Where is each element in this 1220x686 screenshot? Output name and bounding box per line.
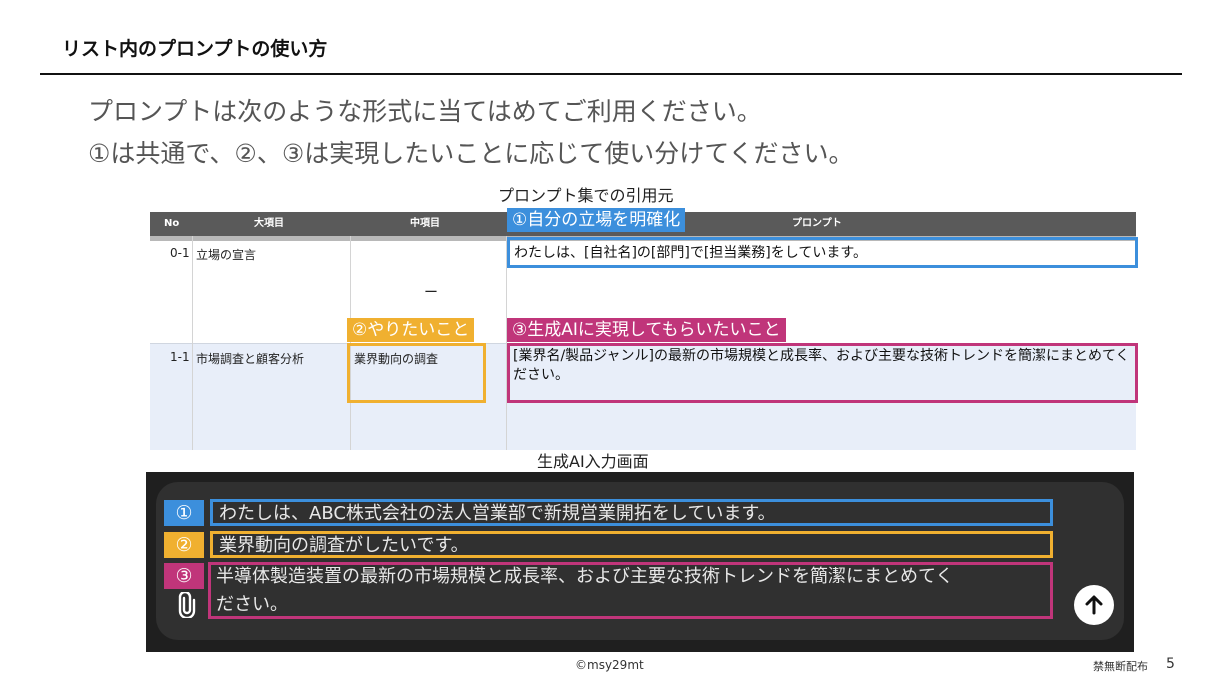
header-no: No <box>164 218 180 229</box>
row-1-no: 1-1 <box>170 350 190 364</box>
input-line-3a[interactable]: 半導体製造装置の最新の市場規模と成長率、および主要な技術トレンドを簡潔にまとめて… <box>210 565 1050 592</box>
badge-one: ① <box>164 500 204 526</box>
table-caption: プロンプト集での引用元 <box>498 186 674 205</box>
input-caption: 生成AI入力画面 <box>537 452 649 471</box>
footer-copyright: ©msy29mt <box>575 658 644 672</box>
footer-note: 禁無断配布 <box>1093 660 1148 673</box>
input-line-2[interactable]: 業界動向の調査がしたいです。 <box>210 531 1053 558</box>
header-category: 大項目 <box>254 218 284 229</box>
tag-self-position: ①自分の立場を明確化 <box>507 208 686 232</box>
tag-what-to-do: ②やりたいこと <box>347 318 475 342</box>
row-1-category: 市場調査と顧客分析 <box>196 352 305 366</box>
row-0-prompt: わたしは、[自社名]の[部門]で[担当業務]をしています。 <box>514 245 867 261</box>
subcategory-highlight <box>347 343 486 403</box>
badge-two: ② <box>164 532 204 558</box>
header-prompt: プロンプト <box>792 218 842 229</box>
slide-title: リスト内のプロンプトの使い方 <box>62 38 328 60</box>
arrow-up-icon <box>1085 595 1103 615</box>
row-0-subcategory: ー <box>424 285 438 301</box>
row-0-no: 0-1 <box>170 246 190 260</box>
badge-three: ③ <box>164 563 204 589</box>
send-button[interactable] <box>1074 585 1114 625</box>
tag-ai-request: ③生成AIに実現してもらいたいこと <box>507 318 786 342</box>
paperclip-icon[interactable] <box>176 590 198 620</box>
page-number: 5 <box>1166 656 1175 672</box>
input-line-1[interactable]: わたしは、ABC株式会社の法人営業部で新規営業開拓をしています。 <box>210 499 1053 526</box>
intro-line-2: ①は共通で、②、③は実現したいことに応じて使い分けてください。 <box>88 139 854 168</box>
input-line-3b[interactable]: ださい。 <box>210 593 1050 620</box>
column-divider <box>192 236 193 450</box>
row-1-prompt: [業界名/製品ジャンル]の最新の市場規模と成長率、および主要な技術トレンドを簡潔… <box>513 348 1130 383</box>
intro-line-1: プロンプトは次のような形式に当てはめてご利用ください。 <box>88 97 762 126</box>
row-0-category: 立場の宣言 <box>196 248 257 262</box>
header-subcategory: 中項目 <box>410 218 440 229</box>
title-divider <box>40 73 1182 75</box>
